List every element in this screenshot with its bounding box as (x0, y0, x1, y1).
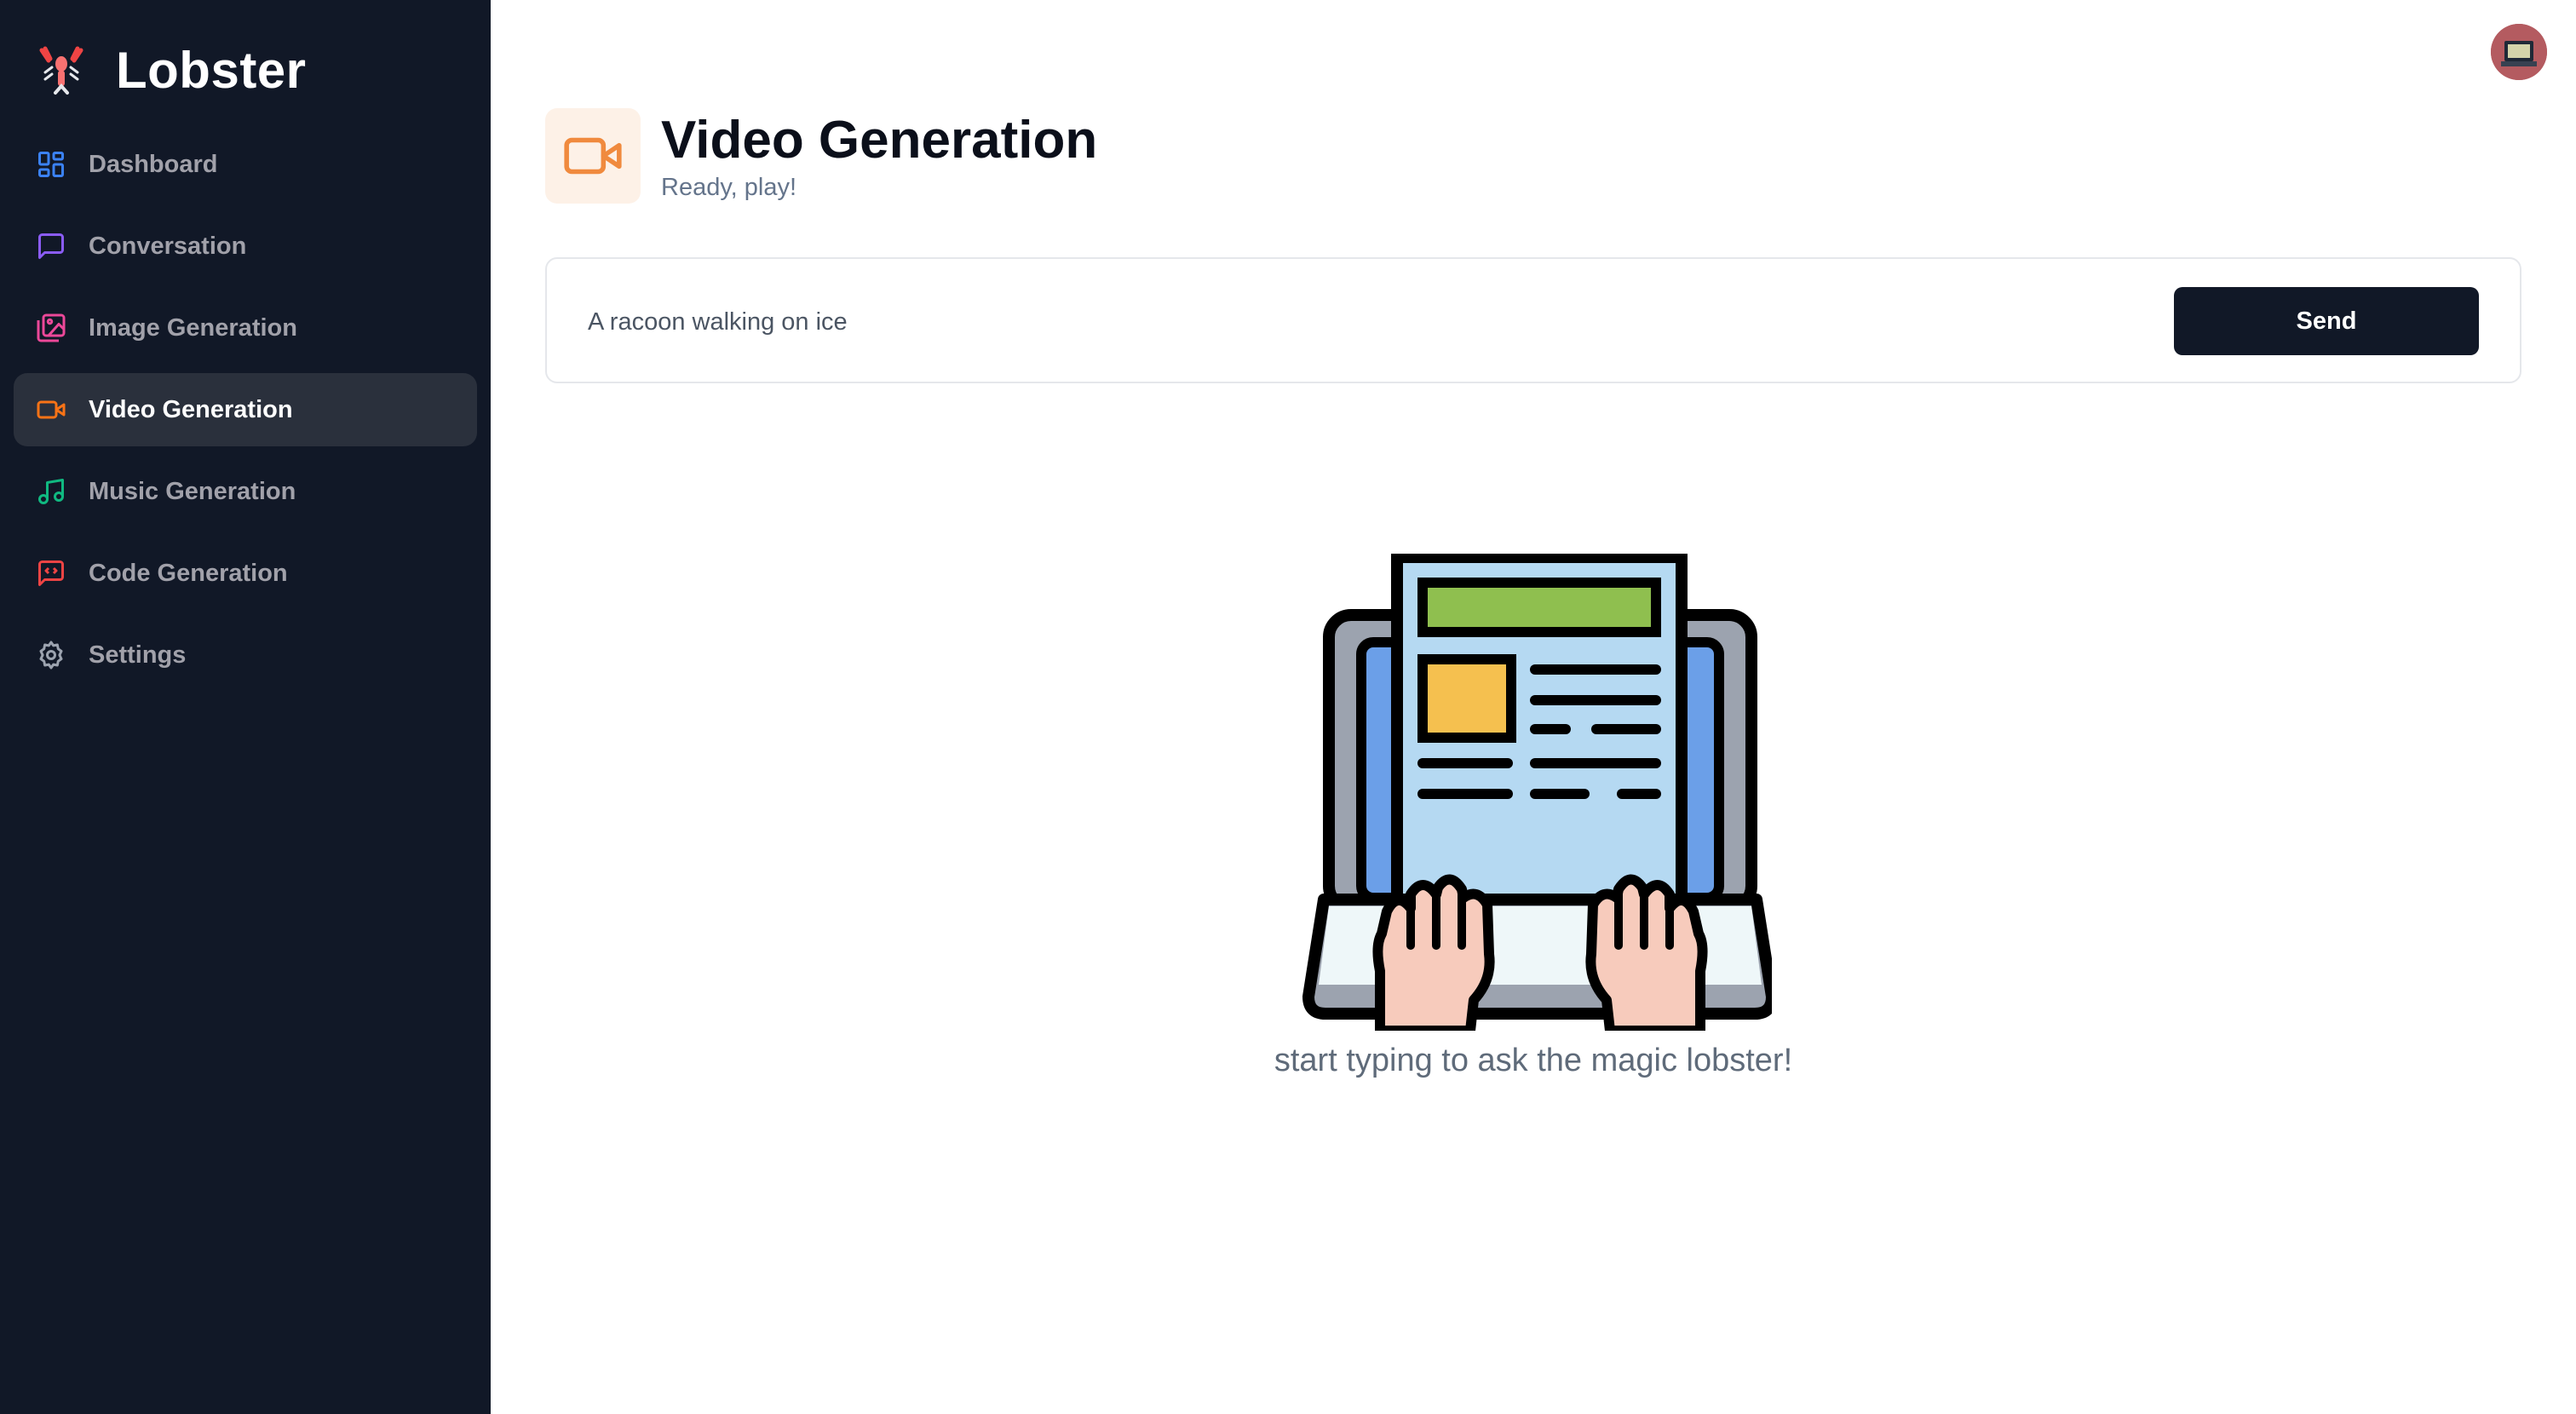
video-icon (34, 393, 68, 427)
sidebar-item-label: Image Generation (89, 313, 297, 342)
sidebar-item-label: Conversation (89, 232, 247, 260)
page-title: Video Generation (661, 110, 1098, 170)
sidebar-item-code-generation[interactable]: Code Generation (14, 537, 477, 610)
sidebar-item-conversation[interactable]: Conversation (14, 210, 477, 283)
image-icon (34, 311, 68, 345)
lobster-logo-icon (31, 39, 92, 101)
prompt-form: Send (545, 257, 2521, 383)
sidebar-item-label: Video Generation (89, 395, 293, 423)
user-avatar[interactable] (2491, 24, 2547, 80)
sidebar-item-label: Settings (89, 641, 187, 669)
page-header: Video Generation Ready, play! (545, 107, 1097, 204)
empty-state: start typing to ask the magic lobster! (1176, 554, 1891, 1079)
prompt-input[interactable] (588, 295, 2121, 349)
sidebar-item-music-generation[interactable]: Music Generation (14, 455, 477, 528)
brand[interactable]: Lobster (31, 37, 307, 102)
sidebar-item-dashboard[interactable]: Dashboard (14, 128, 477, 201)
page-subtitle: Ready, play! (661, 173, 797, 201)
gear-icon (34, 638, 68, 672)
sidebar-item-settings[interactable]: Settings (14, 618, 477, 692)
app-window: Lobster Dashboard Conversation Image Gen… (0, 0, 2576, 1414)
sidebar-item-image-generation[interactable]: Image Generation (14, 291, 477, 365)
empty-state-text: start typing to ask the magic lobster! (1274, 1043, 1793, 1078)
typing-laptop-illustration (1302, 554, 1772, 1031)
sidebar-item-label: Music Generation (89, 477, 296, 505)
sidebar: Lobster Dashboard Conversation Image Gen… (0, 0, 491, 1414)
video-icon (545, 108, 641, 204)
code-icon (34, 556, 68, 590)
sidebar-nav: Dashboard Conversation Image Generation … (14, 128, 477, 700)
send-button[interactable]: Send (2174, 287, 2479, 355)
message-icon (34, 229, 68, 263)
sidebar-item-video-generation[interactable]: Video Generation (14, 373, 477, 446)
app-title: Lobster (116, 41, 307, 99)
sidebar-item-label: Code Generation (89, 559, 288, 587)
sidebar-item-label: Dashboard (89, 150, 218, 178)
music-icon (34, 474, 68, 509)
dashboard-icon (34, 147, 68, 181)
